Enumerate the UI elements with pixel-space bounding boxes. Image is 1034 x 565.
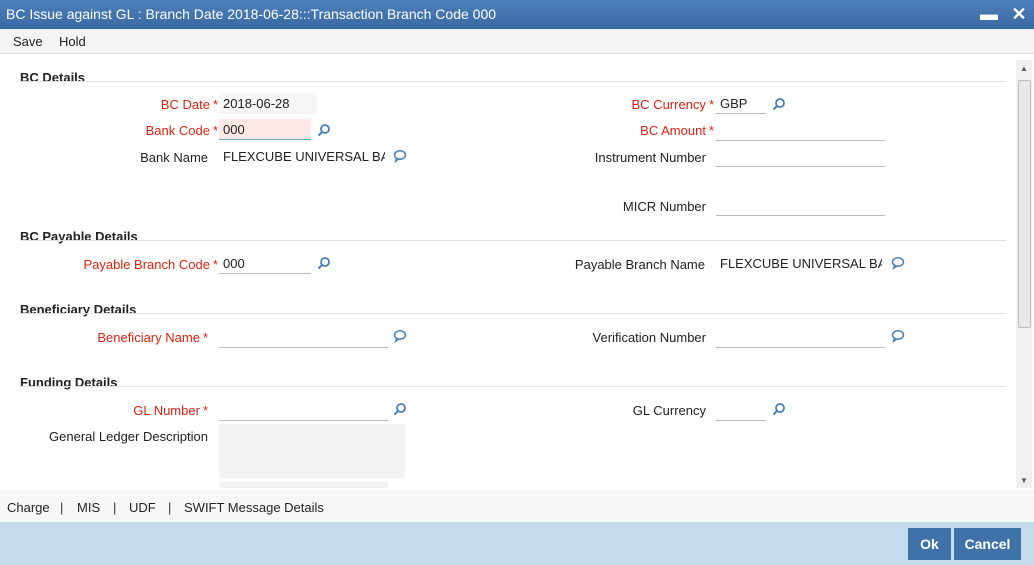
gl-currency-field[interactable] [716,400,766,421]
section-funding-details: Funding Details [20,375,118,390]
search-icon[interactable] [317,123,331,137]
hold-menu-item[interactable]: Hold [59,34,86,49]
gl-description-textarea[interactable] [219,424,405,478]
tab-separator: | [113,500,117,515]
tab-udf[interactable]: UDF [129,500,156,515]
verification-number-label: Verification Number [592,330,706,345]
gl-description-extra-field[interactable] [219,482,388,488]
payable-branch-code-field[interactable]: 000 [219,253,311,274]
tab-separator: | [168,500,172,515]
section-bc-payable-details: BC Payable Details [20,229,138,244]
section-divider [20,240,1006,241]
menu-bar: Save Hold [0,29,1034,54]
bc-date-field[interactable]: 2018-06-28 [219,93,317,114]
micr-number-field[interactable] [716,195,885,216]
subscreen-tabs: Charge | MIS | UDF | SWIFT Message Detai… [0,490,1034,522]
bc-amount-label: BC Amount * [640,123,714,138]
bc-amount-field[interactable] [716,120,885,141]
beneficiary-name-field[interactable] [219,327,388,348]
scroll-up-arrow-icon[interactable]: ▲ [1020,64,1028,73]
gl-currency-label: GL Currency [632,403,706,418]
cancel-button[interactable]: Cancel [954,528,1021,560]
payable-branch-name-label: Payable Branch Name [574,257,705,272]
instrument-number-label: Instrument Number [594,150,706,165]
close-window-button[interactable]: ✕ [1008,2,1030,26]
tab-mis[interactable]: MIS [77,500,100,515]
gl-description-label: General Ledger Description [49,429,208,444]
search-icon[interactable] [393,402,407,416]
tab-charge[interactable]: Charge [7,500,50,515]
micr-number-label: MICR Number [622,199,706,214]
bank-code-field[interactable]: 000 [219,119,311,140]
comment-icon[interactable] [393,149,407,163]
ok-button[interactable]: Ok [908,528,951,560]
tab-swift-message-details[interactable]: SWIFT Message Details [184,500,324,515]
payable-branch-code-label: Payable Branch Code * [83,257,218,272]
verification-number-field[interactable] [716,327,885,348]
bank-name-field[interactable]: FLEXCUBE UNIVERSAL BA [219,146,385,167]
search-icon[interactable] [772,402,786,416]
form-content: BC Details BC Date * 2018-06-28 Bank Code… [0,54,1016,488]
save-menu-item[interactable]: Save [13,34,43,49]
section-bc-details: BC Details [20,70,86,85]
search-icon[interactable] [317,256,331,270]
scroll-down-arrow-icon[interactable]: ▼ [1020,476,1028,485]
section-divider [20,313,1006,314]
gl-number-label: GL Number * [133,403,208,418]
comment-icon[interactable] [393,329,407,343]
bc-date-label: BC Date * [160,97,218,112]
minimize-button[interactable]: ▬ [978,2,1000,26]
window-title: BC Issue against GL : Branch Date 2018-0… [6,6,497,22]
bc-currency-label: BC Currency * [631,97,714,112]
search-icon[interactable] [772,97,786,111]
title-bar: BC Issue against GL : Branch Date 2018-0… [0,0,1034,29]
bank-code-label: Bank Code * [145,123,218,138]
payable-branch-name-field[interactable]: FLEXCUBE UNIVERSAL BA [716,253,882,274]
footer-bar: Ok Cancel [0,522,1034,565]
tab-separator: | [60,500,64,515]
comment-icon[interactable] [891,329,905,343]
bc-currency-field[interactable]: GBP [716,93,766,114]
section-beneficiary-details: Beneficiary Details [20,302,137,317]
scrollbar-thumb[interactable] [1018,80,1031,328]
comment-icon[interactable] [891,256,905,270]
beneficiary-name-label: Beneficiary Name * [97,330,208,345]
gl-number-field[interactable] [219,400,388,421]
section-divider [20,386,1006,387]
bank-name-label: Bank Name [140,150,208,165]
vertical-scrollbar[interactable]: ▲ ▼ [1016,60,1032,488]
instrument-number-field[interactable] [716,146,885,167]
section-divider [20,81,1006,82]
